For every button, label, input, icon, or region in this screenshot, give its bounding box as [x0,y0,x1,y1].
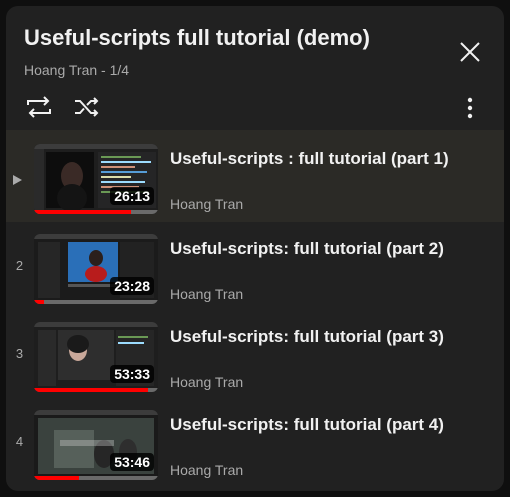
watch-progress-fill [34,300,44,304]
playlist-item[interactable]: 2 23:28 Useful-scripts: full tutorial (p… [6,222,504,310]
watch-progress-bar [34,388,158,392]
duration-badge: 53:33 [110,365,154,383]
duration-badge: 53:46 [110,453,154,471]
loop-button[interactable] [24,92,54,122]
video-thumbnail[interactable]: 53:33 [34,322,158,392]
playlist-item[interactable]: 26:13 Useful-scripts : full tutorial (pa… [6,130,504,222]
close-button[interactable] [458,40,482,64]
video-title[interactable]: Useful-scripts: full tutorial (part 4) [170,412,460,437]
video-thumbnail[interactable]: 23:28 [34,234,158,304]
shuffle-icon [75,97,99,117]
item-index: 3 [15,346,24,361]
loop-icon [27,96,51,118]
playlist-title[interactable]: Useful-scripts full tutorial (demo) [24,25,444,51]
channel-name[interactable]: Hoang Tran [170,286,243,302]
playlist-subtitle: Hoang Tran - 1/4 [24,62,130,78]
video-title[interactable]: Useful-scripts : full tutorial (part 1) [170,146,460,171]
channel-name[interactable]: Hoang Tran [170,196,243,212]
watch-progress-bar [34,476,158,480]
watch-progress-fill [34,476,79,480]
video-title[interactable]: Useful-scripts: full tutorial (part 2) [170,236,460,261]
playlist-item[interactable]: 3 53:33 Useful-scripts: full tutorial (p… [6,310,504,398]
more-vertical-icon [467,97,473,119]
item-index: 2 [15,258,24,273]
duration-badge: 23:28 [110,277,154,295]
playlist-item[interactable]: 4 53:46 Useful-scripts: full tutorial (p… [6,398,504,486]
shuffle-button[interactable] [72,92,102,122]
video-thumbnail[interactable]: 26:13 [34,144,158,214]
playlist-panel: Useful-scripts full tutorial (demo) Hoan… [6,6,504,491]
watch-progress-bar [34,210,158,214]
channel-name[interactable]: Hoang Tran [170,462,243,478]
close-icon [460,42,480,62]
video-title[interactable]: Useful-scripts: full tutorial (part 3) [170,324,460,349]
watch-progress-fill [34,210,131,214]
item-index: 4 [15,434,24,449]
duration-badge: 26:13 [110,187,154,205]
playlist-items: 26:13 Useful-scripts : full tutorial (pa… [6,130,504,486]
video-thumbnail[interactable]: 53:46 [34,410,158,480]
more-options-button[interactable] [458,94,482,122]
channel-name[interactable]: Hoang Tran [170,374,243,390]
watch-progress-bar [34,300,158,304]
play-indicator-icon [13,175,22,185]
watch-progress-fill [34,388,149,392]
